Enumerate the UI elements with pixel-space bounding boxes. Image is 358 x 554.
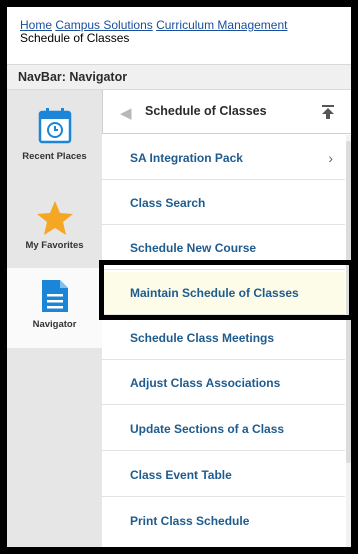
- breadcrumb-curriculum-management[interactable]: Curriculum Management: [156, 18, 287, 32]
- navbar-rail: Recent Places My Favorites Navigator: [7, 90, 102, 547]
- menu-item-schedule-new-course[interactable]: Schedule New Course: [102, 227, 345, 270]
- menu-item-label: Schedule Class Meetings: [130, 331, 275, 345]
- menu-item-label: Update Sections of a Class: [130, 422, 285, 436]
- menu-item-print-class-schedule[interactable]: Print Class Schedule: [102, 500, 345, 543]
- header-divider: [102, 90, 103, 134]
- menu-item-label: Class Event Table: [130, 468, 232, 482]
- rail-item-label: My Favorites: [25, 240, 84, 251]
- navigator-panel: ◀ Schedule of Classes SA Integration Pac…: [102, 90, 351, 547]
- breadcrumb-home[interactable]: Home: [20, 18, 52, 32]
- panel-title: Schedule of Classes: [145, 104, 267, 118]
- rail-item-label: Navigator: [32, 319, 77, 330]
- document-icon: [42, 280, 68, 312]
- chevron-right-icon: ›: [328, 150, 333, 166]
- rail-item-navigator[interactable]: Navigator: [7, 268, 102, 348]
- rail-item-recent-places[interactable]: Recent Places: [7, 100, 102, 178]
- panel-header: ◀ Schedule of Classes: [102, 90, 351, 134]
- menu-item-sa-integration-pack[interactable]: SA Integration Pack ›: [102, 137, 345, 180]
- breadcrumb-campus-solutions[interactable]: Campus Solutions: [55, 18, 152, 32]
- scrollbar-thumb[interactable]: [346, 141, 351, 463]
- navbar-title: NavBar: Navigator: [7, 64, 351, 90]
- back-arrow-icon[interactable]: ◀: [120, 104, 132, 122]
- menu-item-label: Adjust Class Associations: [130, 376, 281, 390]
- menu-item-adjust-class-associations[interactable]: Adjust Class Associations: [102, 362, 345, 405]
- menu-item-label: Class Search: [130, 196, 206, 210]
- menu-item-maintain-schedule-of-classes[interactable]: Maintain Schedule of Classes: [102, 272, 345, 315]
- calendar-clock-icon: [38, 108, 72, 144]
- star-icon: [37, 201, 73, 235]
- menu-item-label: Print Class Schedule: [130, 514, 250, 528]
- menu-item-class-search[interactable]: Class Search: [102, 182, 345, 225]
- panel-scrollbar[interactable]: [346, 135, 351, 547]
- menu-item-label: Maintain Schedule of Classes: [130, 286, 299, 300]
- rail-item-my-favorites[interactable]: My Favorites: [7, 185, 102, 263]
- menu-item-class-event-table[interactable]: Class Event Table: [102, 454, 345, 497]
- menu-item-label: SA Integration Pack: [130, 151, 243, 165]
- menu-item-update-sections-of-a-class[interactable]: Update Sections of a Class: [102, 408, 345, 451]
- menu-item-label: Schedule New Course: [130, 241, 257, 255]
- rail-item-label: Recent Places: [22, 151, 87, 162]
- menu-item-schedule-class-meetings[interactable]: Schedule Class Meetings: [102, 317, 345, 360]
- scroll-to-top-icon[interactable]: [321, 104, 335, 120]
- breadcrumb: Home Campus Solutions Curriculum Managem…: [20, 19, 320, 45]
- breadcrumb-current: Schedule of Classes: [20, 31, 130, 45]
